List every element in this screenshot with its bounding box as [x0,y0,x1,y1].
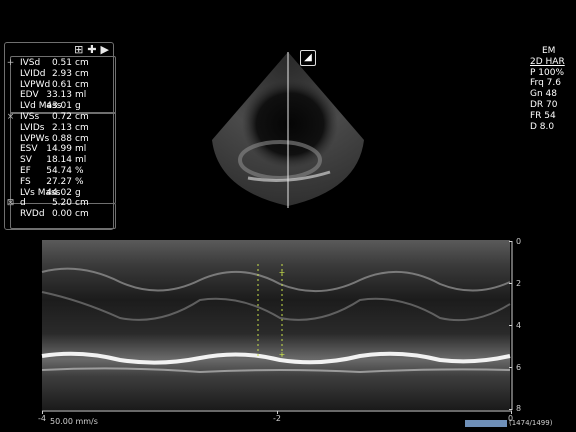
measurement-unit: cm [75,68,89,79]
measurement-unit: cm [75,112,89,122]
measurement-marker-icon: × [6,112,15,122]
measurement-label: IVSs [20,112,40,122]
measurement-value: 0.00 [51,209,72,220]
measurement-unit: ml [75,155,87,166]
time-tick-neg4: -4 [38,414,46,423]
measurement-value: 2.93 [51,68,72,79]
depth-value: D 8.0 [530,121,555,132]
measurement-label: RVDd [20,209,45,220]
measurement-unit: cm [75,209,89,220]
time-tick-neg2: -2 [273,414,281,423]
measurement-marker-icon: ⊠ [6,198,15,209]
measurement-row[interactable]: LVd Mass 43.01 g [4,101,112,112]
measurement-unit: cm [75,198,89,209]
measurement-row[interactable]: LVIDs 2.13 cm [4,123,112,134]
measurement-label: d [20,198,26,209]
measurement-value: 33.13 [46,90,72,101]
frequency-value: Frq 7.6 [530,78,561,89]
depth-tick-2: 2 [516,279,522,288]
measurement-value: 54.74 [46,166,72,176]
measurement-row[interactable]: ESV 14.99 ml [4,144,112,155]
expand-panel-icon[interactable]: ▶ [101,44,109,56]
measurement-label: EF [20,166,31,176]
measurement-row[interactable]: FS 27.27% [4,177,112,188]
measurement-unit: cm [75,133,89,144]
measurement-row[interactable]: ⊠ d 5.20 cm [4,198,112,209]
measurement-unit: cm [75,79,89,90]
dynamic-range-value: DR 70 [530,99,558,110]
sweep-speed: 50.00 mm/s [50,417,98,426]
measurement-row[interactable]: + IVSd 0.51 cm [4,58,112,69]
measurement-label: LVIDs [20,122,45,133]
measurement-value: 0.51 [51,58,72,68]
measurement-row[interactable]: × IVSs 0.72 cm [4,112,112,123]
measurement-value: 27.27 [46,176,72,187]
measurement-label: IVSd [20,58,41,68]
add-measurement-icon[interactable]: ✚ [87,44,96,56]
depth-tick-8: 8 [516,404,522,413]
measurement-row[interactable]: EF 54.74% [4,166,112,177]
depth-tick-6: 6 [516,363,522,372]
measurement-label: LVPWd [20,79,51,90]
measurement-label: ESV [20,144,38,155]
report-icon[interactable]: ⊞ [74,44,83,56]
measurement-row[interactable]: SV 18.14 ml [4,155,112,166]
caliper-marker-bottom: + [279,350,286,359]
measurement-value: 2.13 [51,122,72,133]
measurement-unit: cm [75,58,89,68]
measurement-value: 44.02 [46,187,72,198]
measurement-unit: cm [75,122,89,133]
measurement-label: LVPWs [20,133,50,144]
measurement-row[interactable]: RVDd 0.00 cm [4,209,112,220]
power-value: P 100% [530,67,565,78]
measurement-value: 0.72 [51,112,72,122]
cine-frame-bar[interactable] [465,420,507,427]
measurement-marker-icon: + [6,58,15,68]
depth-tick-0: 0 [516,237,522,246]
acquisition-parameters: EM 2D HAR P 100% Frq 7.6 Gn 48 DR 70 FR … [530,46,576,132]
measurement-row[interactable]: EDV 33.13 ml [4,90,112,101]
measurement-unit: g [75,187,81,198]
measurement-row[interactable]: LVPWs 0.88 cm [4,134,112,145]
measurement-value: 0.61 [51,79,72,90]
measurement-unit: % [75,166,84,176]
measurement-value: 5.20 [51,198,72,209]
measurement-label: EDV [20,90,39,101]
caliper-marker-top: + [279,268,286,277]
measurement-value: 14.99 [46,144,72,155]
measurement-label: LVIDd [20,68,46,79]
depth-tick-4: 4 [516,321,522,330]
measurement-row[interactable]: LVPWd 0.61 cm [4,80,112,91]
measurement-label: FS [20,176,31,187]
measurement-toolbar: ⊞ ✚ ▶ [74,44,109,56]
measurement-unit: ml [75,90,87,101]
frame-rate-value: FR 54 [530,110,556,121]
measurement-unit: g [75,101,81,112]
measurement-value: 0.88 [51,133,72,144]
measurement-row[interactable]: LVs Mass 44.02 g [4,188,112,199]
measurement-unit: % [75,176,84,187]
measurement-label: SV [20,155,32,166]
measurement-unit: ml [75,144,87,155]
measurement-row[interactable]: LVIDd 2.93 cm [4,69,112,80]
mode-label: EM [542,46,556,56]
gain-value: Gn 48 [530,89,557,100]
cine-frame-count: (1474/1499) [509,419,553,427]
measurement-value: 43.01 [46,101,72,112]
preset-label[interactable]: 2D HAR [530,57,576,68]
measurement-value: 18.14 [46,155,72,166]
